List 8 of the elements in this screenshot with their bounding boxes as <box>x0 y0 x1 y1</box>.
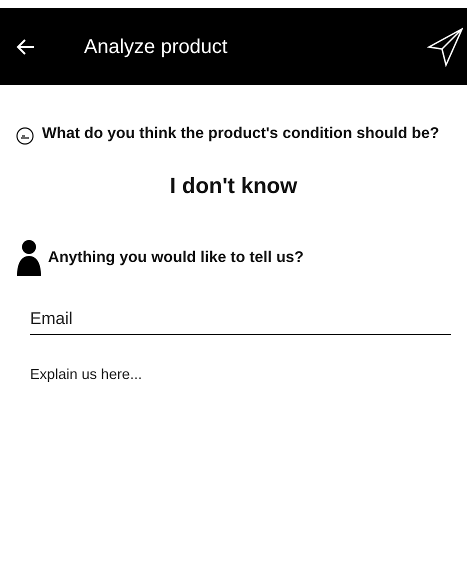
back-button[interactable] <box>16 36 36 56</box>
send-button[interactable] <box>427 26 463 66</box>
question-text: What do you think the product's condition should be? <box>42 125 440 144</box>
question-text: Anything you would like to tell us? <box>48 248 304 268</box>
person-icon <box>14 238 44 278</box>
emoji-icon <box>16 127 34 145</box>
screen-title: Analyze product <box>84 34 228 60</box>
answer-text: I don't know <box>170 173 298 198</box>
